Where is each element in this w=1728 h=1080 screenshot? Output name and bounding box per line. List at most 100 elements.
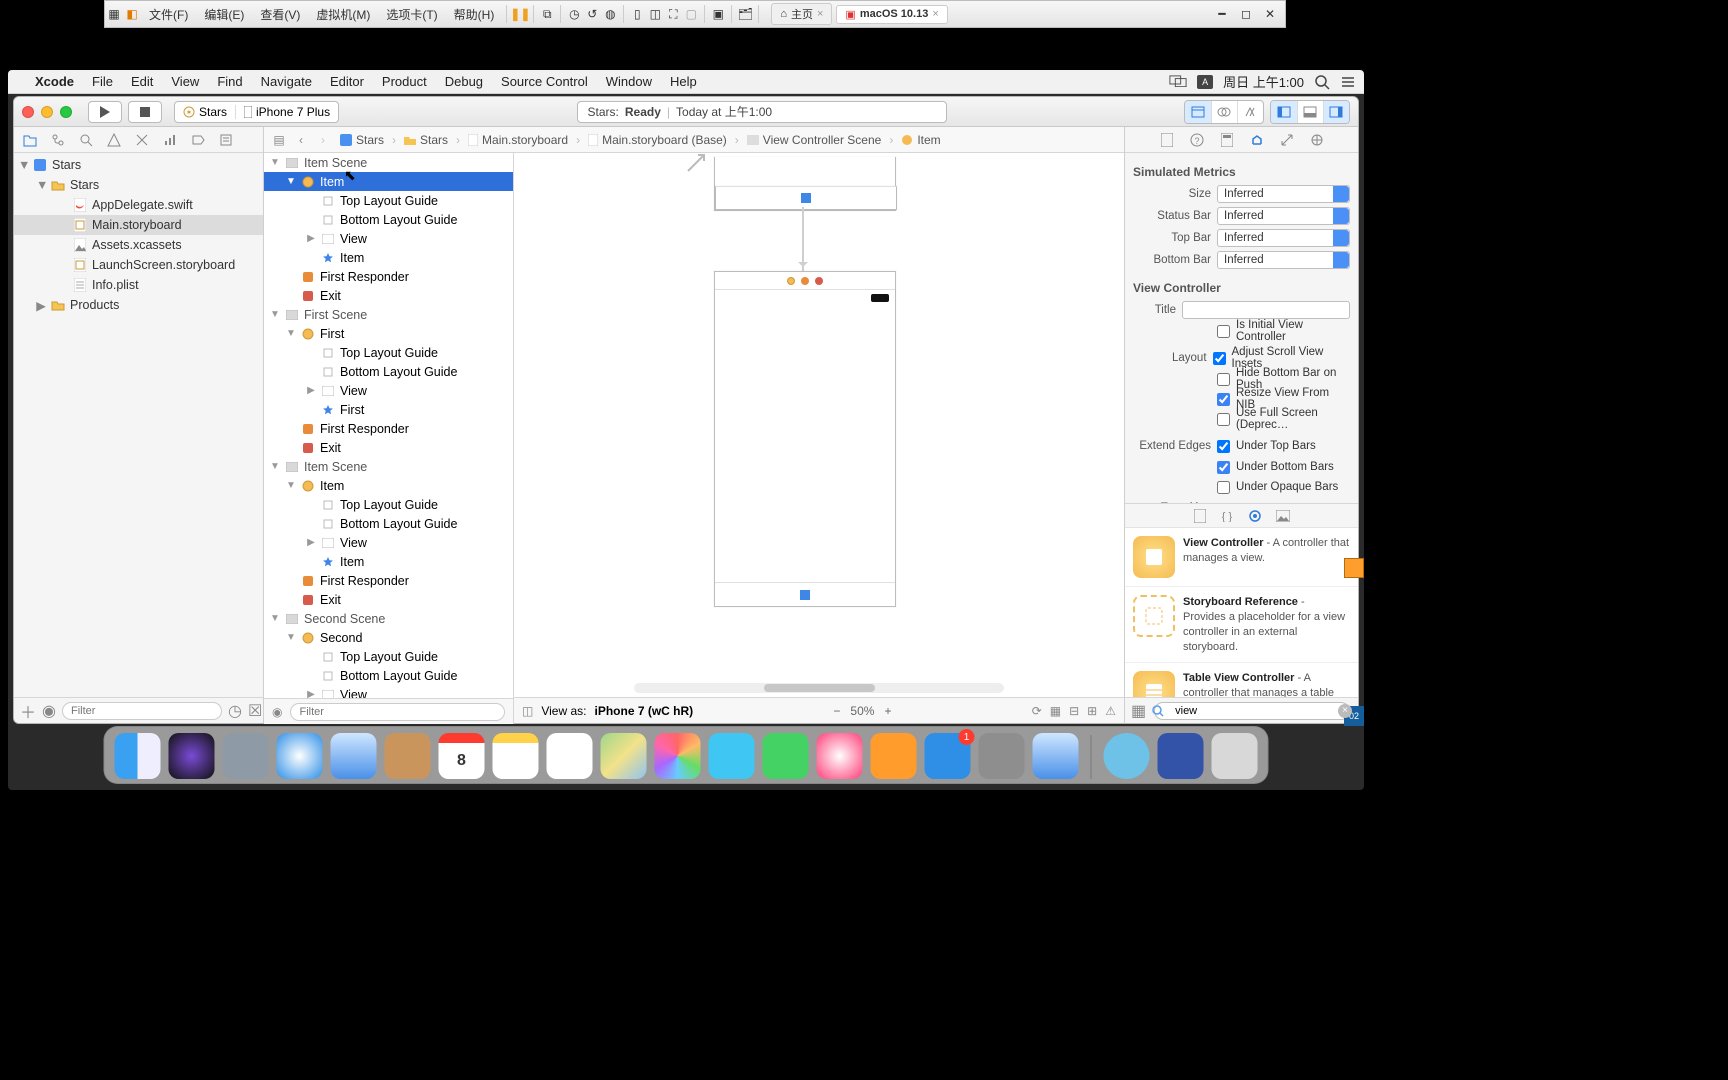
outline-child[interactable]: Item: [264, 552, 513, 571]
menu-edit[interactable]: Edit: [122, 74, 162, 89]
outline-child[interactable]: Top Layout Guide: [264, 495, 513, 514]
project-root[interactable]: ▼ Stars: [14, 155, 263, 175]
menu-help[interactable]: Help: [661, 74, 706, 89]
object-library-tab[interactable]: [1248, 509, 1262, 523]
topbar-select[interactable]: Inferred: [1217, 229, 1350, 247]
breakpoint-navigator-tab[interactable]: [188, 131, 208, 149]
outline-firstresponder[interactable]: First Responder: [264, 571, 513, 590]
quickhelp-inspector-tab[interactable]: ?: [1187, 131, 1207, 149]
outline-child[interactable]: ▶View: [264, 229, 513, 248]
jump-bar[interactable]: ▤ ‹ › Stars › Stars › Main.storyboard › …: [264, 127, 1124, 153]
display-mirror-icon[interactable]: [1169, 75, 1187, 89]
dock-xcode-icon[interactable]: [1033, 733, 1079, 779]
ib-canvas[interactable]: [514, 153, 1124, 697]
scm-filter-icon[interactable]: ☒: [248, 701, 262, 721]
vm-menu-help[interactable]: 帮助(H): [446, 6, 503, 23]
vm-layout1-icon[interactable]: ▯: [628, 5, 646, 23]
menu-product[interactable]: Product: [373, 74, 436, 89]
report-navigator-tab[interactable]: [216, 131, 236, 149]
menu-navigate[interactable]: Navigate: [252, 74, 321, 89]
menu-window[interactable]: Window: [597, 74, 661, 89]
group-folder[interactable]: ▼ Stars: [14, 175, 263, 195]
resize-handle-icon[interactable]: [684, 153, 708, 175]
under-top-checkbox[interactable]: [1217, 440, 1230, 453]
dock-itunes-icon[interactable]: [817, 733, 863, 779]
vm-snapshot-icon[interactable]: ⧉: [538, 5, 556, 23]
window-minimize-button[interactable]: [41, 106, 53, 118]
media-library-tab[interactable]: [1276, 510, 1290, 522]
outline-child[interactable]: First: [264, 400, 513, 419]
under-bottom-checkbox[interactable]: [1217, 461, 1230, 474]
outline-viewcontroller[interactable]: ▼Second: [264, 628, 513, 647]
outline-child[interactable]: ▶View: [264, 381, 513, 400]
connections-inspector-tab[interactable]: [1307, 131, 1327, 149]
dock-maps-icon[interactable]: [601, 733, 647, 779]
dock-calendar-icon[interactable]: 8: [439, 733, 485, 779]
segue-arrow[interactable]: [802, 207, 804, 271]
statusbar-select[interactable]: Inferred: [1217, 207, 1350, 225]
outline-exit[interactable]: Exit: [264, 286, 513, 305]
toggle-debug-button[interactable]: [1297, 101, 1323, 123]
menu-sourcecontrol[interactable]: Source Control: [492, 74, 597, 89]
menu-view[interactable]: View: [162, 74, 208, 89]
pin-icon[interactable]: ⊞: [1087, 704, 1097, 718]
vm-layout2-icon[interactable]: ◫: [646, 5, 664, 23]
file-template-library-tab[interactable]: [1194, 509, 1206, 523]
outline-child[interactable]: Bottom Layout Guide: [264, 666, 513, 685]
outline-child[interactable]: Item: [264, 248, 513, 267]
dock-contacts-icon[interactable]: [385, 733, 431, 779]
file-row[interactable]: LaunchScreen.storyboard: [14, 255, 263, 275]
file-row[interactable]: Info.plist: [14, 275, 263, 295]
navigator-filter-input[interactable]: [62, 702, 222, 720]
spotlight-icon[interactable]: [1314, 74, 1330, 90]
related-items-icon[interactable]: ▤: [270, 131, 288, 149]
dock-ibooks-icon[interactable]: [871, 733, 917, 779]
attributes-inspector-tab[interactable]: [1247, 131, 1267, 149]
vm-unity-icon[interactable]: ▢: [682, 5, 700, 23]
update-frames-icon[interactable]: ⟳: [1032, 704, 1042, 718]
vm-revert-icon[interactable]: ↺: [583, 5, 601, 23]
library-item[interactable]: View Controller - A controller that mana…: [1125, 528, 1358, 587]
vm-fullscreen-icon[interactable]: ⛶: [664, 5, 682, 23]
resize-nib-checkbox[interactable]: [1217, 393, 1230, 406]
filter-scope-icon[interactable]: ◉: [42, 701, 56, 721]
run-button[interactable]: [88, 101, 122, 123]
outline-firstresponder[interactable]: First Responder: [264, 419, 513, 438]
outline-scene[interactable]: ▼Item Scene: [264, 457, 513, 476]
dock-reminders-icon[interactable]: [547, 733, 593, 779]
sourcecontrol-navigator-tab[interactable]: [48, 131, 68, 149]
vm-library-icon[interactable]: 🗂: [736, 5, 754, 23]
menu-file[interactable]: File: [83, 74, 122, 89]
search-navigator-tab[interactable]: [76, 131, 96, 149]
dock-minimized-window-icon[interactable]: [1158, 733, 1204, 779]
outline-child[interactable]: Top Layout Guide: [264, 343, 513, 362]
nav-back-icon[interactable]: ‹: [292, 131, 310, 149]
vm-tab-macos[interactable]: ▣ macOS 10.13 ×: [836, 5, 947, 24]
size-inspector-tab[interactable]: [1277, 131, 1297, 149]
outline-child[interactable]: Bottom Layout Guide: [264, 514, 513, 533]
identity-inspector-tab[interactable]: [1217, 131, 1237, 149]
file-row-selected[interactable]: Main.storyboard: [14, 215, 263, 235]
vm-menu-view[interactable]: 查看(V): [252, 6, 308, 23]
canvas-scrollbar[interactable]: [634, 683, 1004, 693]
outline-viewcontroller[interactable]: ▼First: [264, 324, 513, 343]
toggle-navigator-button[interactable]: [1271, 101, 1297, 123]
outline-child[interactable]: Top Layout Guide: [264, 647, 513, 666]
vm-maximize-icon[interactable]: ◻: [1237, 5, 1255, 23]
dock-photos-icon[interactable]: [655, 733, 701, 779]
under-opaque-checkbox[interactable]: [1217, 481, 1230, 494]
outline-viewcontroller[interactable]: ▼Item: [264, 476, 513, 495]
bottombar-select[interactable]: Inferred: [1217, 251, 1350, 269]
library-item[interactable]: Storyboard Reference - Provides a placeh…: [1125, 587, 1358, 663]
document-outline[interactable]: ▼Item Scene▼ItemTop Layout GuideBottom L…: [264, 153, 514, 723]
outline-exit[interactable]: Exit: [264, 438, 513, 457]
is-initial-checkbox[interactable]: [1217, 325, 1230, 338]
library-view-mode-icon[interactable]: ▦: [1131, 701, 1146, 721]
dock-facetime-icon[interactable]: [763, 733, 809, 779]
close-icon[interactable]: ×: [817, 8, 823, 20]
toggle-outline-icon[interactable]: ◫: [522, 704, 533, 718]
vm-close-icon[interactable]: ✕: [1261, 5, 1279, 23]
window-close-button[interactable]: [22, 106, 34, 118]
dock-downloads-icon[interactable]: [1104, 733, 1150, 779]
dock-appstore-icon[interactable]: 1: [925, 733, 971, 779]
